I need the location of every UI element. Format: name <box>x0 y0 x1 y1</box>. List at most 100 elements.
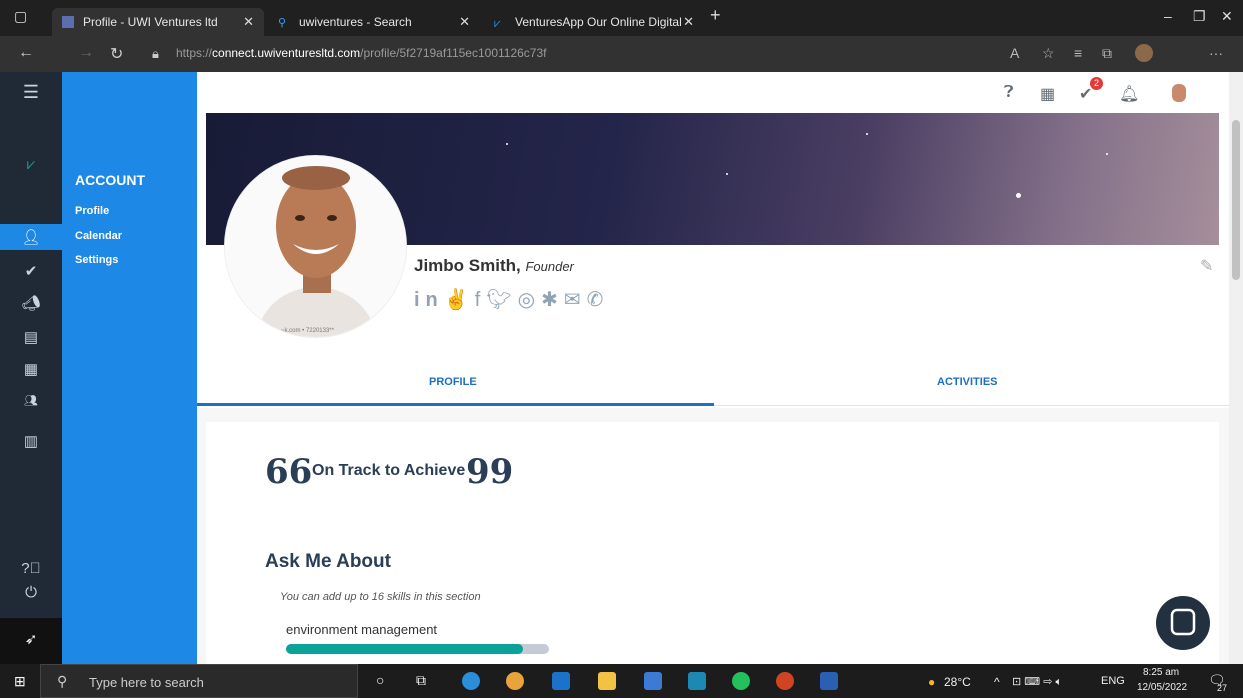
back-icon[interactable]: ← <box>18 44 34 62</box>
name-text: Jimbo Smith, <box>414 256 521 275</box>
account-submenu: ACCOUNT Profile Calendar Settings <box>62 72 197 664</box>
bell-icon[interactable]: 🔔︎ <box>1119 84 1139 104</box>
avatar-caption: ~k.com • 7220133** <box>281 328 334 334</box>
cortana-icon[interactable]: ○ <box>376 672 384 688</box>
close-icon[interactable]: ✕ <box>459 14 470 30</box>
tasks-check-icon[interactable]: ✔ <box>0 262 62 280</box>
search-placeholder: Type here to search <box>89 675 204 690</box>
twitter-icon[interactable]: 🐦︎ <box>486 289 517 311</box>
new-tab-button[interactable]: + <box>710 5 721 26</box>
power-icon[interactable]: ⏻ <box>0 584 62 601</box>
tab-ventures-app[interactable]: ⩗ VenturesApp Our Online Digital ✕ <box>484 8 704 36</box>
whatsapp-icon[interactable] <box>732 672 750 690</box>
submenu-item-settings[interactable]: Settings <box>75 254 118 266</box>
help-icon[interactable]: ❓︎ <box>1004 84 1014 102</box>
icon-rail: ☰ ⩗ 👤︎ ✔ 📣︎ ▤ ▦ 👥︎ ▥ ?⃝ ⏻ ➶ <box>0 72 62 664</box>
email-icon[interactable]: ✉ <box>564 289 587 311</box>
facebook-icon[interactable]: f <box>475 289 487 311</box>
skill-name: environment management <box>286 622 438 637</box>
skills-hint: You can add up to 16 skills in this sect… <box>280 591 481 603</box>
announcements-icon[interactable]: 📣︎ <box>0 294 62 312</box>
clock-date[interactable]: 12/05/2022 <box>1137 682 1187 693</box>
tray-chevron-icon[interactable]: ^ <box>994 675 1000 689</box>
profile-name: Jimbo Smith, Founder <box>414 256 574 276</box>
clock-time[interactable]: 8:25 am <box>1143 667 1179 678</box>
weather-temp: 28°C <box>944 675 971 689</box>
submenu-item-profile[interactable]: Profile <box>75 205 109 217</box>
restore-icon[interactable]: ❐ <box>1193 8 1206 25</box>
profile-avatar[interactable]: ~k.com • 7220133** <box>224 155 407 338</box>
directory-icon[interactable]: ▦ <box>0 360 62 378</box>
tray-icons[interactable]: ⊡ ⌨ ⇨ 🔈︎ <box>1012 675 1062 689</box>
task-view-icon[interactable]: ⧉ <box>416 672 426 689</box>
launcher[interactable]: ➶ <box>0 618 62 664</box>
search-icon: ⚲ <box>278 17 287 29</box>
instagram-icon[interactable]: ◎ <box>518 289 541 311</box>
star <box>1016 193 1021 198</box>
refresh-icon[interactable]: ↻ <box>110 44 123 64</box>
windows-start-icon[interactable]: ⊞ <box>14 673 26 690</box>
windows-taskbar: ⊞ ⚲ Type here to search ○ ⧉ ● 28°C ^ ⊡ ⌨… <box>0 664 1243 698</box>
chrome-icon[interactable] <box>506 672 524 690</box>
close-icon[interactable]: ✕ <box>683 14 694 30</box>
tab-search[interactable]: ⚲ uwiventures - Search ✕ <box>268 8 480 36</box>
tab-title: Profile - UWI Ventures ltd <box>83 15 218 29</box>
outlook-icon[interactable] <box>552 672 570 690</box>
app-icon[interactable] <box>688 672 706 690</box>
file-explorer-icon[interactable] <box>598 672 616 690</box>
star <box>726 173 728 175</box>
collections-icon[interactable]: ⧉ <box>1102 45 1112 62</box>
close-icon[interactable]: ✕ <box>243 14 254 30</box>
chat-launcher-button[interactable] <box>1156 596 1210 650</box>
submenu-item-calendar[interactable]: Calendar <box>75 230 122 242</box>
page-scrollbar[interactable] <box>1229 72 1243 664</box>
profile-avatar-icon[interactable] <box>1135 44 1153 62</box>
read-aloud-icon[interactable]: A <box>1010 45 1019 61</box>
lock-icon[interactable]: 🔒︎ <box>152 46 159 62</box>
tab-activities[interactable]: ACTIVITIES <box>937 376 998 388</box>
scrollbar-thumb[interactable] <box>1232 120 1240 280</box>
window-close-icon[interactable]: ✕ <box>1221 8 1233 25</box>
forward-icon[interactable]: → <box>78 44 94 62</box>
portrait-image <box>225 156 406 337</box>
profile-tabs: PROFILE ACTIVITIES <box>197 358 1229 406</box>
url-field[interactable]: https://connect.uwiventuresltd.com/profi… <box>176 46 546 60</box>
powerpoint-icon[interactable] <box>776 672 794 690</box>
angellist-icon[interactable]: ✌ <box>444 289 475 311</box>
favorite-icon[interactable]: ☆ <box>1042 45 1055 62</box>
library-icon[interactable]: ▥ <box>0 432 62 450</box>
calendar-icon[interactable]: ▦ <box>1040 84 1055 104</box>
favorites-bar-icon[interactable]: ≡ <box>1074 45 1082 61</box>
taskbar-search[interactable]: ⚲ Type here to search <box>40 664 358 698</box>
user-avatar-icon[interactable] <box>1172 84 1186 102</box>
weather-icon[interactable]: ● <box>928 675 935 689</box>
minimize-icon[interactable]: – <box>1164 8 1172 24</box>
tab-title: VenturesApp Our Online Digital <box>515 15 682 29</box>
word-icon[interactable] <box>820 672 838 690</box>
skill-level-fill <box>286 644 523 654</box>
tab-profile[interactable]: PROFILE <box>429 376 477 388</box>
tab-profile[interactable]: Profile - UWI Ventures ltd ✕ <box>52 8 264 36</box>
notes-icon[interactable]: ▤ <box>0 328 62 346</box>
hamburger-menu-icon[interactable]: ☰ <box>0 82 62 103</box>
phone-icon[interactable]: ✆ <box>587 289 610 311</box>
edit-pencil-icon[interactable]: ✎ <box>1200 256 1213 276</box>
language-indicator[interactable]: ENG <box>1101 675 1125 687</box>
submenu-heading: ACCOUNT <box>75 172 145 188</box>
linkedin-icon[interactable]: in <box>414 289 444 311</box>
help-icon[interactable]: ?⃝ <box>0 560 62 577</box>
account-user-icon[interactable]: 👤︎ <box>0 224 62 250</box>
notification-count-badge: 2 <box>1090 77 1103 90</box>
more-icon[interactable]: ··· <box>1209 45 1223 61</box>
tagline: On Track to Achieve <box>312 462 466 479</box>
browser-tab-bar: ▢ Profile - UWI Ventures ltd ✕ ⚲ uwivent… <box>0 0 1243 36</box>
slack-icon[interactable]: ✱ <box>541 289 564 311</box>
tab-actions-icon[interactable]: ▢ <box>14 8 27 25</box>
url-prefix: https:// <box>176 46 213 60</box>
skill-level-bar <box>286 644 549 654</box>
star <box>1106 153 1108 155</box>
edge-icon[interactable] <box>462 672 480 690</box>
groups-icon[interactable]: 👥︎ <box>0 394 62 407</box>
store-icon[interactable] <box>644 672 662 690</box>
search-icon: ⚲ <box>57 673 68 689</box>
